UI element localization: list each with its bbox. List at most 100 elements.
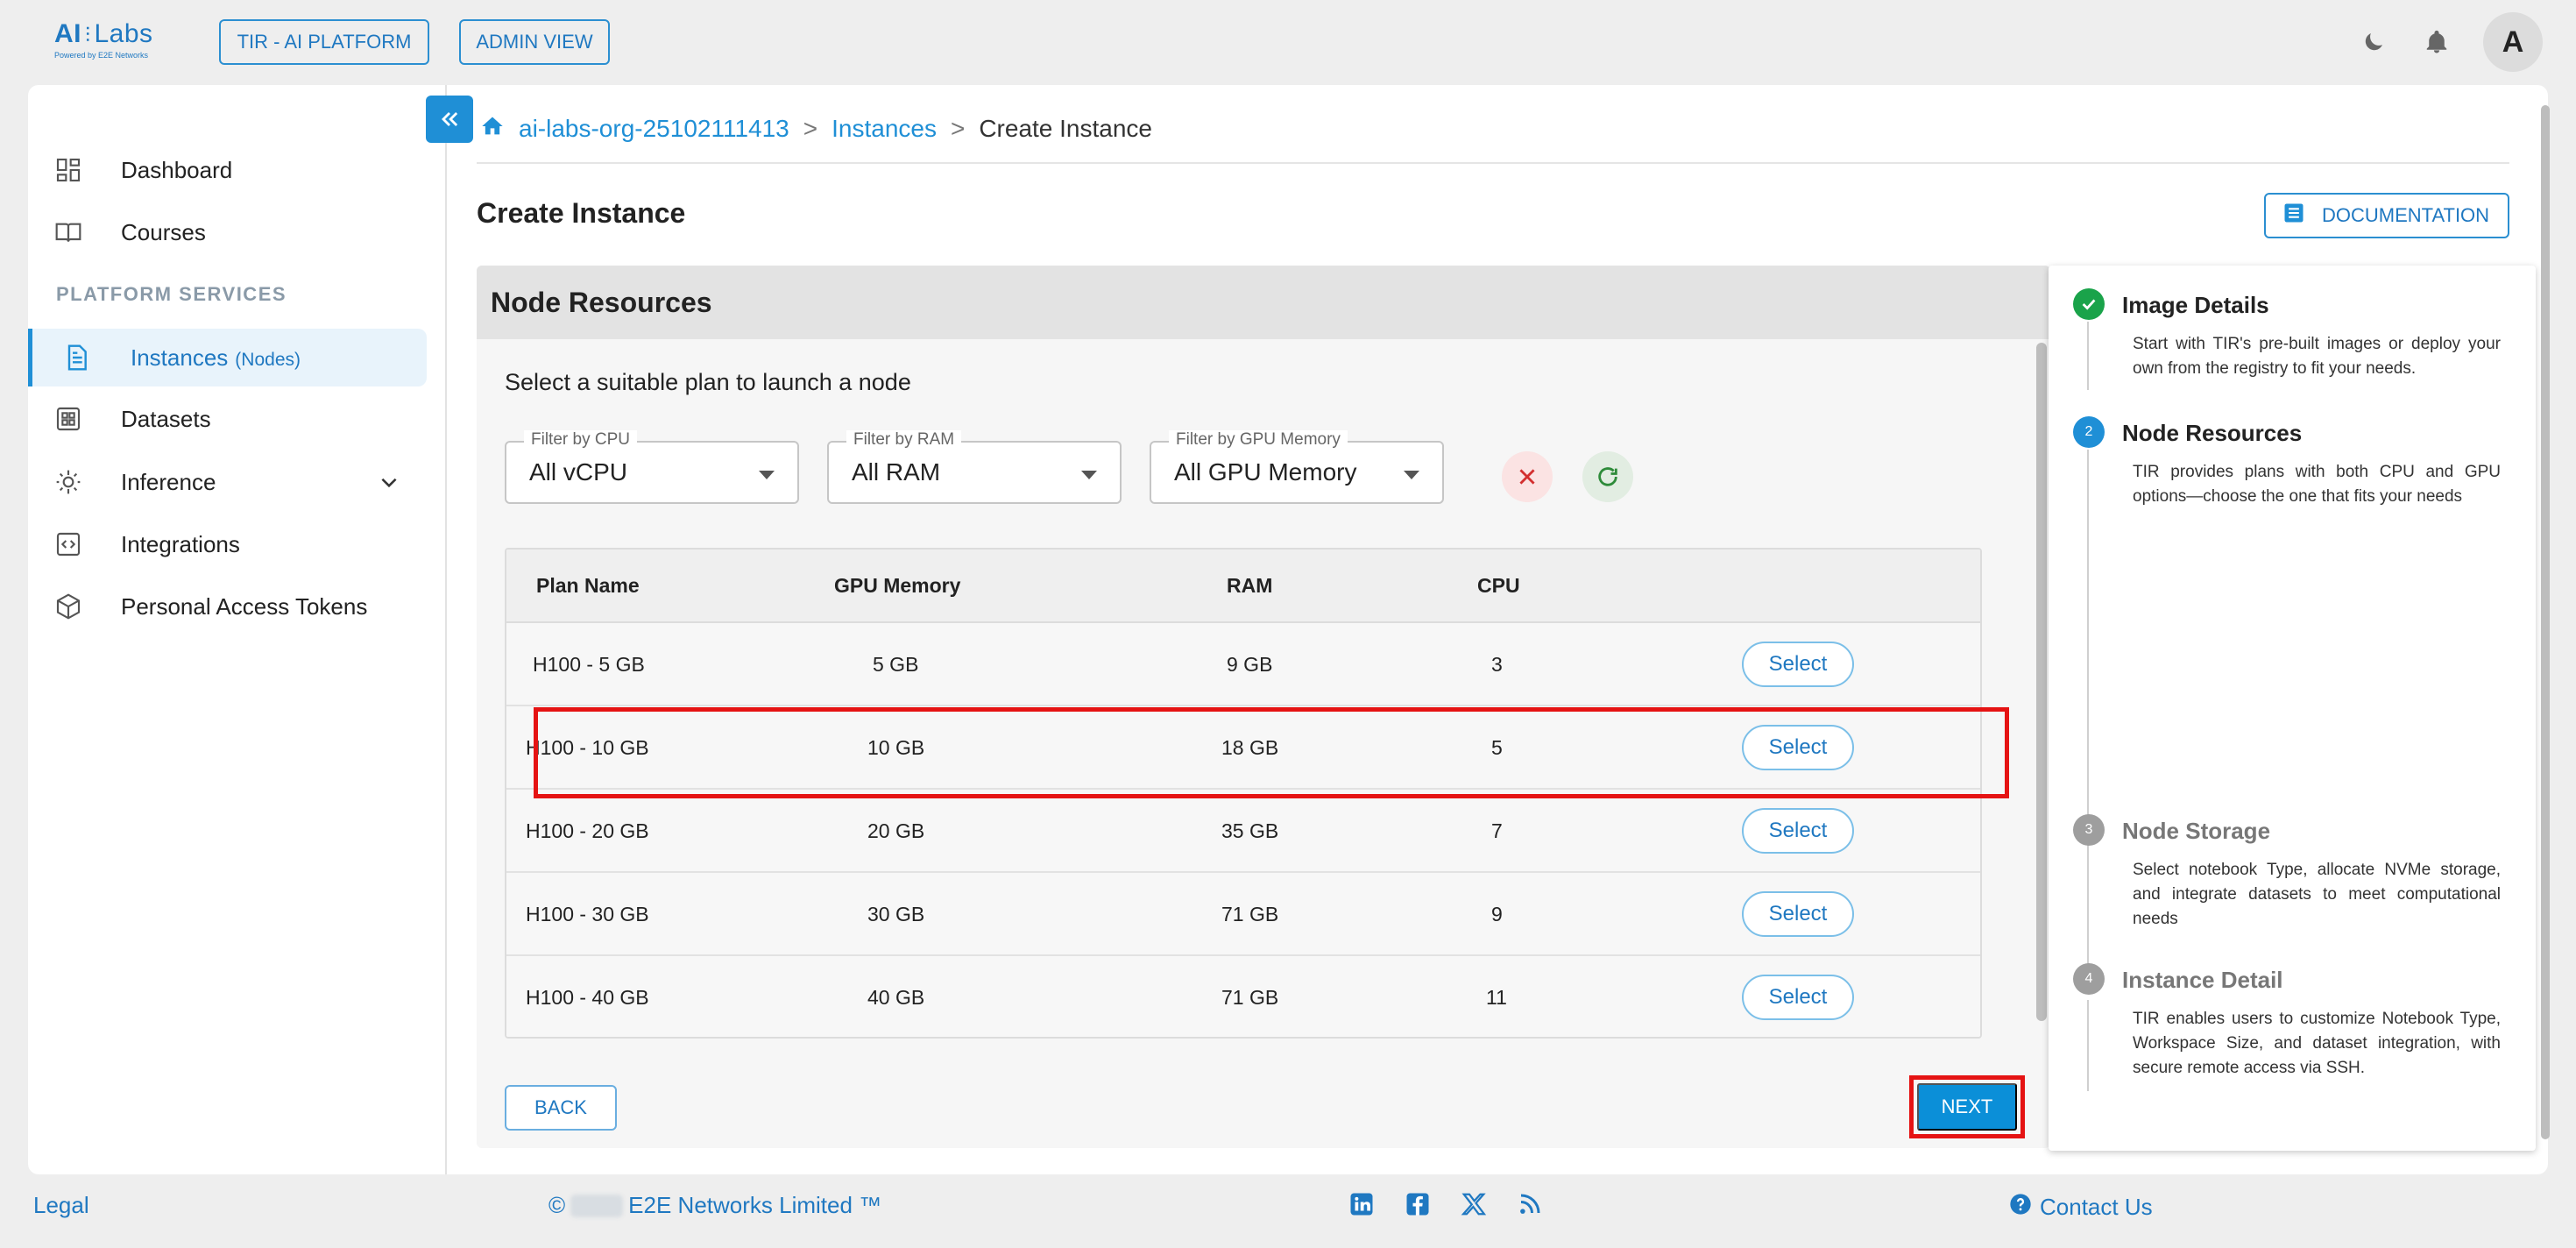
column-plan-name: Plan Name — [536, 574, 640, 597]
step-title-instance-detail: Instance Detail — [2122, 967, 2283, 993]
check-circle-icon — [2073, 288, 2105, 320]
sidebar-item-instances[interactable]: Instances (Nodes) — [28, 329, 427, 386]
sidebar-item-personal-access-tokens[interactable]: Personal Access Tokens — [28, 578, 427, 635]
step-connector — [2087, 450, 2089, 979]
gpu-memory-filter-select[interactable]: Filter by GPU Memory All GPU Memory — [1150, 430, 1444, 504]
table-row[interactable]: H100 - 40 GB 40 GB 71 GB 11 Select — [506, 956, 1980, 1037]
plan-name-cell: H100 - 20 GB — [526, 819, 649, 842]
notification-bell-icon[interactable] — [2420, 25, 2453, 59]
tir-platform-button[interactable]: TIR - AI PLATFORM — [219, 19, 429, 65]
ram-cell: 9 GB — [1227, 653, 1273, 676]
panel-scrollbar[interactable] — [2036, 343, 2047, 1021]
breadcrumb-separator: > — [950, 115, 966, 142]
column-gpu-memory: GPU Memory — [834, 574, 961, 597]
gpu-memory-cell: 10 GB — [867, 736, 925, 759]
cpu-filter-value: All vCPU — [529, 458, 628, 486]
next-button-highlight: NEXT — [1909, 1075, 2025, 1138]
contact-us-label: Contact Us — [2040, 1194, 2153, 1220]
cpu-cell: 5 — [1491, 736, 1503, 759]
linkedin-icon[interactable] — [1346, 1188, 1377, 1220]
breadcrumb-instances-link[interactable]: Instances — [832, 115, 937, 143]
sidebar-item-courses[interactable]: Courses — [28, 203, 427, 261]
cpu-cell: 3 — [1491, 653, 1503, 676]
select-plan-button[interactable]: Select — [1742, 891, 1854, 937]
legal-link[interactable]: Legal — [33, 1192, 89, 1219]
platform-services-label: PLATFORM SERVICES — [56, 283, 287, 305]
table-header: Plan Name GPU Memory RAM CPU — [506, 550, 1980, 623]
rss-icon[interactable] — [1514, 1188, 1546, 1220]
contact-us-link[interactable]: Contact Us — [2008, 1192, 2153, 1223]
step-description: TIR enables users to customize Notebook … — [2133, 1010, 2501, 1077]
sidebar-item-label: Dashboard — [121, 156, 233, 183]
ram-filter-label: Filter by RAM — [846, 430, 962, 450]
sidebar-item-datasets[interactable]: Datasets — [28, 390, 427, 448]
facebook-icon[interactable] — [1402, 1188, 1433, 1220]
home-icon[interactable] — [480, 114, 505, 145]
documentation-button[interactable]: DOCUMENTATION — [2264, 193, 2509, 238]
help-circle-icon — [2008, 1192, 2033, 1223]
step-number-badge: 3 — [2073, 814, 2105, 846]
select-plan-button[interactable]: Select — [1742, 642, 1854, 687]
clear-filters-button[interactable] — [1502, 451, 1553, 502]
step-connector — [2087, 322, 2089, 390]
refresh-icon — [1598, 467, 1617, 486]
page-title: Create Instance — [477, 197, 686, 229]
user-avatar[interactable]: A — [2483, 12, 2543, 72]
top-bar: AI ⫶ Labs Powered by E2E Networks TIR - AI… — [0, 0, 2576, 84]
cube-icon — [54, 592, 82, 620]
breadcrumb-org-link[interactable]: ai-labs-org-25102111413 — [519, 115, 789, 143]
select-plan-button[interactable]: Select — [1742, 975, 1854, 1020]
sidebar-item-label: Courses — [121, 218, 206, 245]
table-row[interactable]: H100 - 10 GB 10 GB 18 GB 5 Select — [506, 706, 1980, 790]
logo-name-suffix: Labs — [94, 19, 153, 48]
dashboard-icon — [54, 156, 82, 184]
cpu-filter-label: Filter by CPU — [524, 430, 637, 450]
cpu-filter-select[interactable]: Filter by CPU All vCPU — [505, 430, 799, 504]
select-plan-button[interactable]: Select — [1742, 725, 1854, 770]
cpu-cell: 9 — [1491, 903, 1503, 925]
ram-cell: 71 GB — [1221, 986, 1279, 1009]
panel-title: Node Resources — [491, 287, 712, 318]
ai-labs-logo[interactable]: AI ⫶ Labs Powered by E2E Networks — [54, 19, 168, 70]
column-ram: RAM — [1227, 574, 1273, 597]
plans-table: Plan Name GPU Memory RAM CPU H100 - 5 GB… — [505, 548, 1982, 1039]
next-button[interactable]: NEXT — [1917, 1083, 2017, 1131]
table-row[interactable]: H100 - 30 GB 30 GB 71 GB 9 Select — [506, 873, 1980, 956]
sidebar-item-integrations[interactable]: Integrations — [28, 515, 427, 573]
plan-name-cell: H100 - 30 GB — [526, 903, 649, 925]
copyright: © E2E Networks Limited ™ — [548, 1192, 881, 1219]
page-scrollbar[interactable] — [2541, 105, 2550, 1139]
x-twitter-icon[interactable] — [1458, 1188, 1490, 1220]
back-button[interactable]: BACK — [505, 1085, 617, 1131]
panel-subtitle: Select a suitable plan to launch a node — [505, 369, 911, 395]
ram-filter-select[interactable]: Filter by RAM All RAM — [827, 430, 1122, 504]
column-cpu: CPU — [1477, 574, 1520, 597]
select-plan-button[interactable]: Select — [1742, 808, 1854, 854]
collapse-sidebar-button[interactable] — [426, 96, 473, 143]
logo-name-prefix: AI — [54, 19, 81, 48]
step-number-badge: 2 — [2073, 416, 2105, 448]
step-title-node-storage: Node Storage — [2122, 818, 2271, 844]
main-card: Dashboard Courses PLATFORM SERVICES Inst… — [28, 85, 2548, 1174]
sidebar-item-dashboard[interactable]: Dashboard — [28, 141, 427, 199]
sidebar-item-label: Instances — [131, 344, 229, 371]
gpu-memory-cell: 30 GB — [867, 903, 925, 925]
gpu-memory-cell: 20 GB — [867, 819, 925, 842]
plan-name-cell: H100 - 5 GB — [533, 653, 645, 676]
refresh-button[interactable] — [1582, 451, 1633, 502]
admin-view-button[interactable]: ADMIN VIEW — [459, 19, 610, 65]
table-row[interactable]: H100 - 5 GB 5 GB 9 GB 3 Select — [506, 623, 1980, 706]
nodes-tag: (Nodes) — [235, 349, 301, 370]
logo-tagline: Powered by E2E Networks — [54, 51, 149, 60]
ram-filter-value: All RAM — [852, 458, 941, 486]
sidebar-item-inference[interactable]: Inference — [28, 453, 427, 511]
documentation-label: DOCUMENTATION — [2322, 204, 2490, 226]
step-connector — [2087, 1000, 2089, 1091]
step-number-badge: 4 — [2073, 963, 2105, 995]
dark-mode-moon-icon[interactable] — [2357, 25, 2390, 59]
table-row[interactable]: H100 - 20 GB 20 GB 35 GB 7 Select — [506, 790, 1980, 873]
cpu-cell: 7 — [1491, 819, 1503, 842]
chevron-down-icon[interactable] — [378, 471, 400, 493]
sidebar-item-label: Inference — [121, 468, 216, 495]
dropdown-arrow-icon — [1081, 471, 1097, 479]
